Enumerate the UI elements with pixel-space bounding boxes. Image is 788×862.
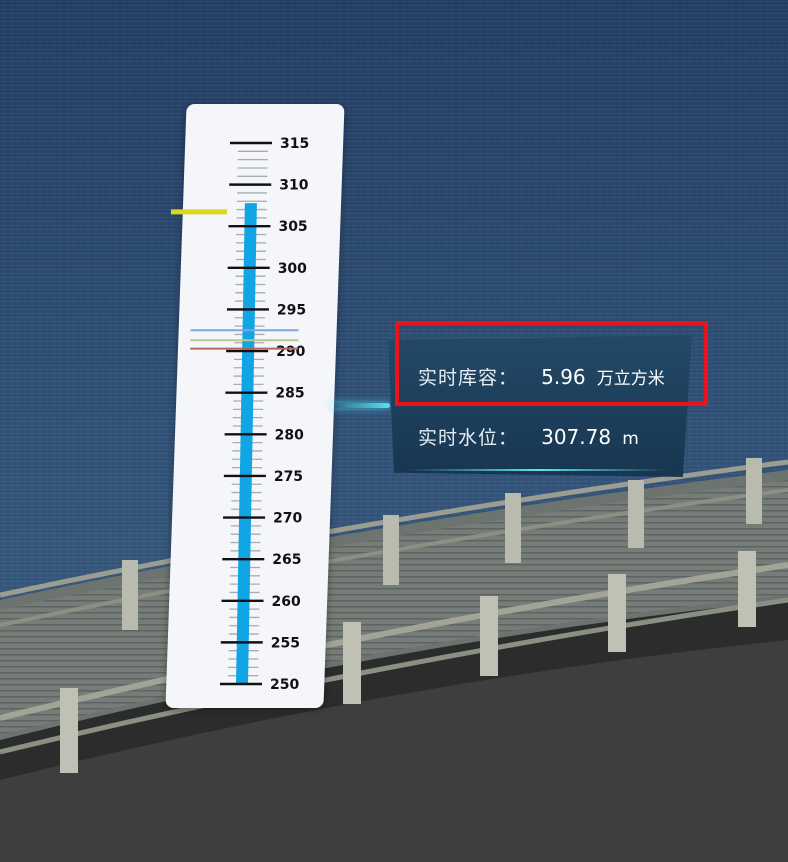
water-level-unit: m: [622, 429, 639, 449]
water-level-label: 实时水位：: [418, 427, 519, 449]
capacity-highlight-box: [395, 321, 708, 406]
water-level-value: 307.78: [541, 425, 612, 449]
water-level-row: 实时水位： 307.78 m: [418, 423, 639, 450]
card-connector-line: [330, 403, 390, 408]
water-level-gauge-panel: [165, 104, 345, 708]
